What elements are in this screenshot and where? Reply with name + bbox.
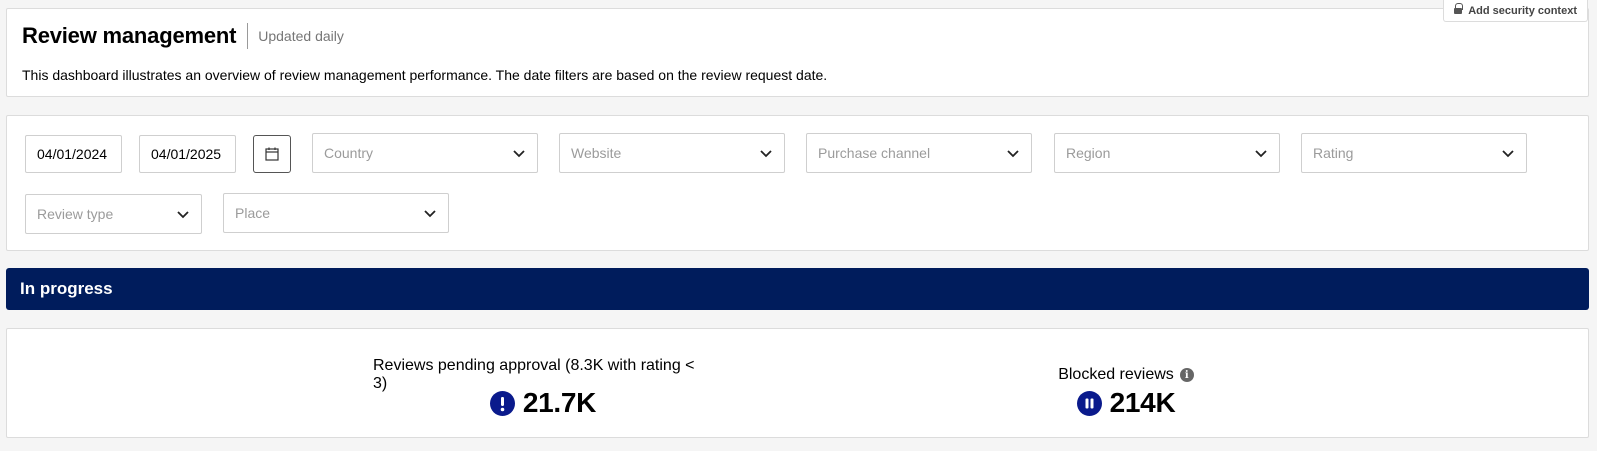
country-select-placeholder: Country: [324, 145, 374, 161]
chevron-down-icon: [177, 211, 189, 219]
info-icon[interactable]: i: [1179, 368, 1194, 382]
place-select-placeholder: Place: [235, 205, 271, 221]
filter-panel: 04/01/2024 04/01/2025 Country Website Pu…: [6, 115, 1589, 251]
kpi-blocked-reviews-label: Blocked reviews: [1058, 366, 1174, 383]
page-title: Review management: [22, 23, 237, 48]
start-date-input[interactable]: 04/01/2024: [25, 135, 122, 173]
page-subtitle: Updated daily: [258, 28, 344, 44]
exclamation-icon: [489, 390, 515, 416]
website-select[interactable]: Website: [559, 133, 785, 173]
dashboard-description: This dashboard illustrates an overview o…: [22, 67, 828, 83]
kpi-value-row: 21.7K: [489, 387, 597, 419]
rating-select[interactable]: Rating: [1301, 133, 1527, 173]
region-select-placeholder: Region: [1066, 145, 1111, 161]
kpi-pending-approval-value: 21.7K: [522, 387, 597, 418]
section-title: In progress: [20, 279, 113, 298]
kpi-blocked-reviews: Blocked reviews i 214K: [1041, 365, 1211, 419]
kpi-value-row: 214K: [1076, 387, 1176, 419]
kpi-label: Blocked reviews i: [1058, 365, 1194, 385]
kpi-panel: Reviews pending approval (8.3K with rati…: [6, 328, 1589, 438]
place-select[interactable]: Place: [223, 193, 449, 233]
chevron-down-icon: [424, 210, 436, 218]
kpi-label: Reviews pending approval (8.3K with rati…: [373, 357, 713, 392]
chevron-down-icon: [513, 150, 525, 158]
add-security-context-button[interactable]: Add security context: [1443, 0, 1588, 22]
end-date-input[interactable]: 04/01/2025: [139, 135, 236, 173]
title-row: Review management Updated daily: [22, 23, 344, 49]
add-security-context-label: Add security context: [1468, 4, 1577, 17]
country-select[interactable]: Country: [312, 133, 538, 173]
chevron-down-icon: [1007, 150, 1019, 158]
header-panel: Review management Updated daily This das…: [6, 0, 1589, 97]
review-type-select-placeholder: Review type: [37, 206, 114, 222]
rating-select-placeholder: Rating: [1313, 145, 1354, 161]
kpi-blocked-reviews-value: 214K: [1109, 387, 1176, 418]
chevron-down-icon: [1255, 150, 1267, 158]
chevron-down-icon: [1502, 150, 1514, 158]
review-type-select[interactable]: Review type: [25, 194, 202, 234]
title-divider: [247, 23, 249, 49]
lock-icon: [1454, 3, 1464, 16]
section-header-in-progress: In progress: [6, 268, 1589, 310]
purchase-channel-select-placeholder: Purchase channel: [818, 145, 931, 161]
website-select-placeholder: Website: [571, 145, 622, 161]
calendar-button[interactable]: [253, 135, 291, 173]
kpi-pending-approval: Reviews pending approval (8.3K with rati…: [373, 357, 713, 419]
region-select[interactable]: Region: [1054, 133, 1280, 173]
calendar-icon: [265, 147, 279, 161]
chevron-down-icon: [760, 150, 772, 158]
purchase-channel-select[interactable]: Purchase channel: [806, 133, 1032, 173]
pause-icon: [1076, 390, 1102, 416]
